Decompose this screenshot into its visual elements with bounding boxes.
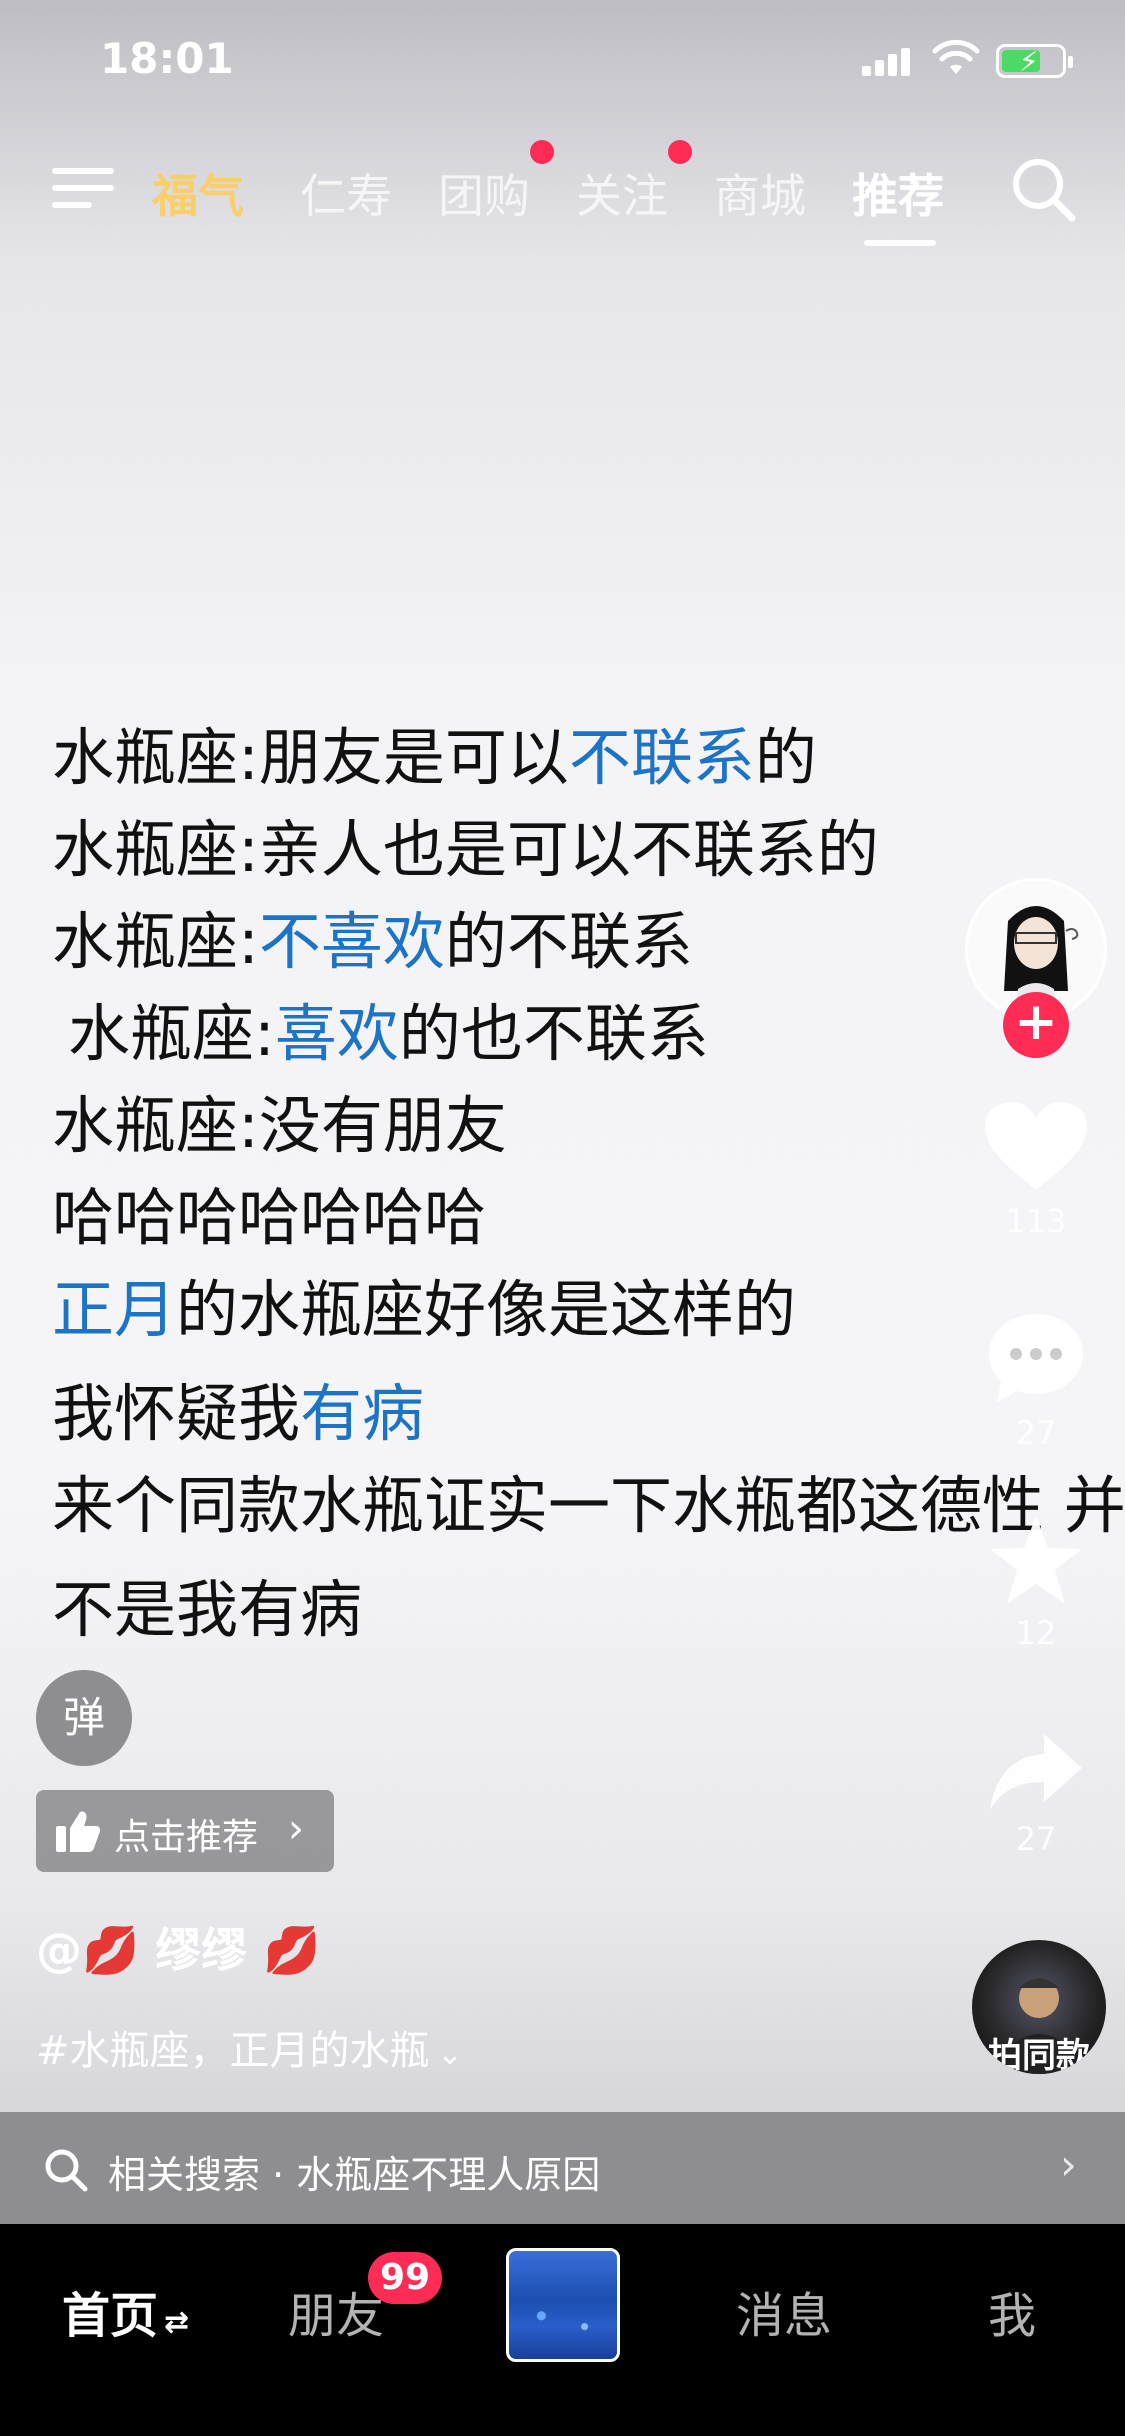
- caption-line: 水瓶座:没有朋友: [52, 1080, 1112, 1172]
- caption-line: 水瓶座:不喜欢的不联系: [52, 896, 1112, 988]
- tab-me[interactable]: 我: [988, 2276, 1036, 2346]
- related-search-text: 相关搜索 · 水瓶座不理人原因: [108, 2153, 601, 2197]
- comment-bubble-icon: [989, 1314, 1083, 1402]
- text-segment: 水瓶座:: [52, 905, 259, 978]
- highlight-segment: 喜欢: [274, 997, 399, 1070]
- tab-notification-dot: [668, 140, 692, 164]
- caption-line: 不是我有病: [52, 1564, 1112, 1656]
- tab-tuangou[interactable]: 团购: [438, 160, 530, 226]
- active-tab-indicator: [864, 240, 936, 246]
- tab-home[interactable]: 首页 ⇄: [62, 2276, 189, 2346]
- like-count: 113: [1005, 1202, 1067, 1240]
- recommend-label: 点击推荐: [114, 1817, 259, 1858]
- caption-line: 来个同款水瓶证实一下水瓶都这德性 并: [52, 1460, 1125, 1552]
- caption-line: 正月的水瓶座好像是这样的: [52, 1264, 1112, 1356]
- danmu-toggle-button[interactable]: 弹: [36, 1670, 132, 1766]
- text-segment: 水瓶座:: [68, 997, 275, 1070]
- chevron-right-icon: ›: [1060, 2140, 1077, 2189]
- search-icon: [45, 2149, 88, 2192]
- related-search-bar[interactable]: 相关搜索 · 水瓶座不理人原因 ›: [0, 2112, 1125, 2224]
- highlight-segment: 不联系: [568, 721, 755, 794]
- text-segment: 水瓶座:朋友是可以: [52, 721, 569, 794]
- text-segment: 水瓶座:没有朋友: [52, 1089, 507, 1162]
- follow-plus-button[interactable]: +: [1003, 992, 1069, 1058]
- chevron-down-icon[interactable]: ⌄: [438, 2037, 463, 2072]
- menu-icon[interactable]: [52, 164, 114, 212]
- bottom-tab-bar: 首页 ⇄ 朋友 99 消息 我: [0, 2224, 1125, 2436]
- make-same-label: 拍同款: [988, 2036, 1090, 2074]
- share-button[interactable]: 27: [965, 1730, 1107, 1858]
- share-count: 27: [1015, 1820, 1057, 1858]
- tab-tuijian[interactable]: 推荐: [852, 160, 944, 226]
- caption-line: 水瓶座:喜欢的也不联系: [52, 988, 1112, 1080]
- tab-messages[interactable]: 消息: [736, 2276, 832, 2346]
- caption-line: 水瓶座:亲人也是可以不联系的: [52, 804, 1112, 896]
- text-segment: 的: [754, 721, 817, 794]
- video-hashtags[interactable]: #水瓶座，正月的水瓶 ⌄: [36, 2018, 463, 2076]
- text-segment: 的不联系: [444, 905, 693, 978]
- status-bar: 18:01 ⚡: [0, 0, 1125, 120]
- make-same-video-button[interactable]: 拍同款: [972, 1940, 1106, 2074]
- tab-guanzhu[interactable]: 关注: [576, 160, 668, 226]
- tab-fuqi[interactable]: 福气: [152, 160, 244, 226]
- tab-shangcheng[interactable]: 商城: [714, 160, 806, 226]
- text-segment: 不是我有病: [52, 1573, 363, 1646]
- tab-renshou[interactable]: 仁寿: [300, 160, 392, 226]
- cellular-signal-icon: [862, 46, 912, 76]
- caption-line: 哈哈哈哈哈哈哈: [52, 1172, 1112, 1264]
- tab-home-label: 首页: [62, 2288, 159, 2344]
- wifi-icon: [932, 40, 980, 74]
- create-video-button[interactable]: [506, 2248, 620, 2362]
- highlight-segment: 有病: [300, 1377, 425, 1450]
- caption-line: 我怀疑我有病: [52, 1368, 1112, 1460]
- text-segment: 水瓶座:亲人也是可以不联系的: [52, 813, 879, 886]
- text-segment: 我怀疑我: [52, 1377, 301, 1450]
- star-icon: [990, 1516, 1082, 1604]
- comment-count: 27: [1015, 1414, 1057, 1452]
- comment-button[interactable]: 27: [965, 1308, 1107, 1452]
- video-caption-text: 水瓶座:朋友是可以不联系的 水瓶座:亲人也是可以不联系的 水瓶座:不喜欢的不联系…: [52, 712, 1125, 1656]
- text-segment: 哈哈哈哈哈哈哈: [52, 1181, 487, 1254]
- caption-line: 水瓶座:朋友是可以不联系的: [52, 712, 1112, 804]
- search-icon[interactable]: [1008, 154, 1078, 224]
- share-arrow-icon: [990, 1734, 1082, 1810]
- recommend-button[interactable]: 点击推荐 ›: [36, 1790, 334, 1872]
- status-time: 18:01: [100, 34, 234, 83]
- top-navigation: 福气 仁寿 团购 关注 商城 推荐: [0, 140, 1125, 260]
- favorite-button[interactable]: 12: [965, 1512, 1107, 1652]
- highlight-segment: 正月: [52, 1273, 177, 1346]
- heart-icon: [985, 1102, 1087, 1190]
- text-segment: 的也不联系: [398, 997, 709, 1070]
- hashtag-text[interactable]: #水瓶座，正月的水瓶: [36, 2028, 430, 2074]
- battery-charging-icon: ⚡: [996, 44, 1073, 78]
- highlight-segment: 不喜欢: [258, 905, 445, 978]
- author-name[interactable]: @💋 缪缪 💋: [36, 1914, 321, 1980]
- like-button[interactable]: 113: [965, 1100, 1107, 1240]
- thumbs-up-icon: [56, 1811, 100, 1852]
- chevron-right-icon: ›: [288, 1806, 304, 1852]
- favorite-count: 12: [1015, 1614, 1057, 1652]
- tab-notification-dot: [530, 140, 554, 164]
- swap-arrows-icon: ⇄: [164, 2305, 190, 2340]
- text-segment: 的水瓶座好像是这样的: [176, 1273, 797, 1346]
- friends-badge: 99: [368, 2252, 442, 2304]
